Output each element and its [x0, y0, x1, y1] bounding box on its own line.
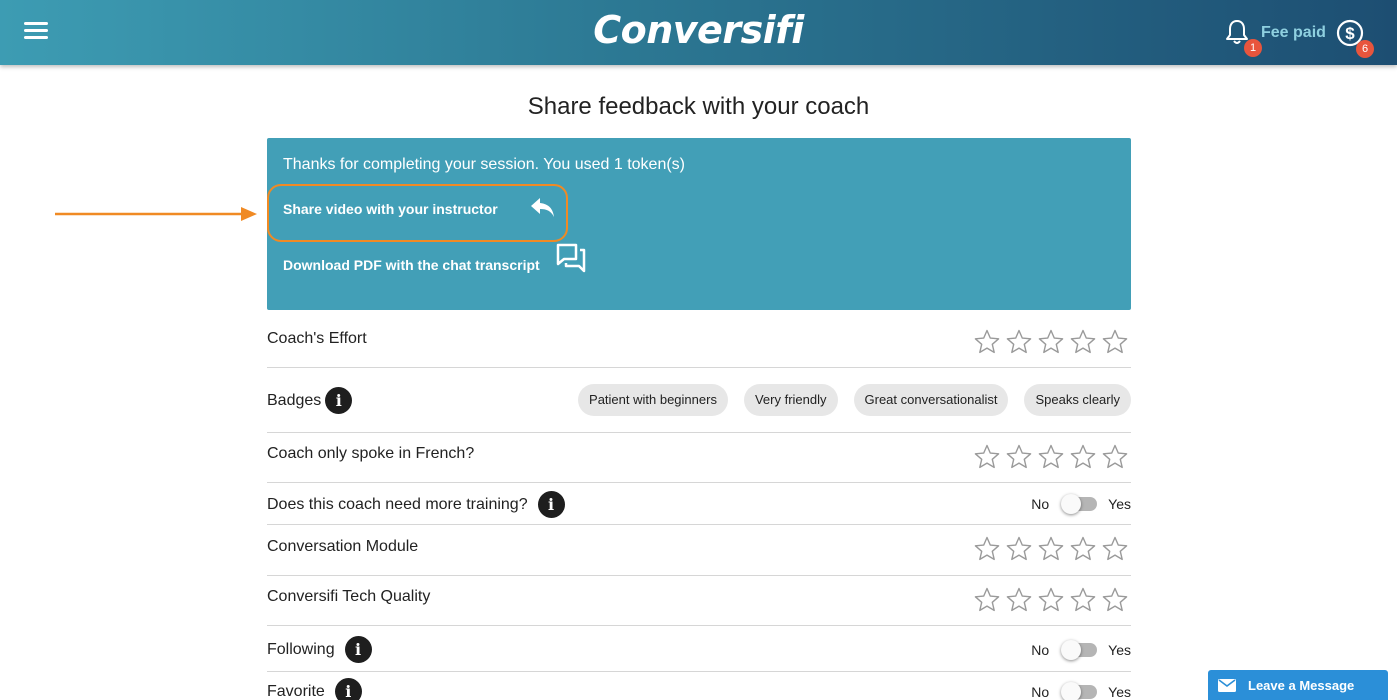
- session-complete-message: Thanks for completing your session. You …: [283, 156, 685, 173]
- toggle-yes-label: Yes: [1108, 496, 1131, 512]
- following-label-group: Following i: [267, 636, 372, 663]
- leave-message-label: Leave a Message: [1248, 677, 1355, 693]
- notifications-button[interactable]: 1: [1224, 18, 1262, 57]
- star-icon[interactable]: [1069, 586, 1097, 614]
- following-toggle-group: No Yes: [1031, 640, 1131, 660]
- leave-message-button[interactable]: Leave a Message: [1208, 670, 1388, 700]
- following-info-icon[interactable]: i: [344, 636, 372, 663]
- conversifi-logo[interactable]: Conversifi: [0, 8, 1397, 52]
- toggle-no-label: No: [1031, 496, 1050, 512]
- star-icon[interactable]: [1101, 328, 1129, 356]
- french-only-rating[interactable]: [969, 443, 1129, 471]
- top-navigation-bar: Conversifi 1 Fee paid $ 6: [0, 0, 1397, 65]
- more-training-label-group: Does this coach need more training? i: [267, 491, 565, 518]
- page-title: Share feedback with your coach: [527, 93, 870, 120]
- star-icon[interactable]: [973, 443, 1001, 471]
- badge-chips: Patient with beginners Very friendly Gre…: [562, 384, 1131, 416]
- favorite-toggle[interactable]: [1061, 682, 1098, 700]
- toggle-no-label: No: [1031, 642, 1050, 658]
- star-icon[interactable]: [973, 535, 1001, 563]
- badges-row: Badges i Patient with beginners Very fri…: [267, 368, 1131, 433]
- following-label: Following: [267, 640, 335, 658]
- star-icon[interactable]: [1005, 328, 1033, 356]
- coach-effort-label: Coach's Effort: [267, 330, 367, 347]
- star-icon[interactable]: [1037, 586, 1065, 614]
- more-training-toggle[interactable]: [1061, 494, 1098, 514]
- badge-chip[interactable]: Great conversationalist: [853, 384, 1009, 416]
- tech-quality-label: Conversifi Tech Quality: [267, 588, 431, 605]
- conversation-module-rating[interactable]: [969, 535, 1129, 563]
- more-training-toggle-group: No Yes: [1031, 494, 1131, 514]
- star-icon[interactable]: [1005, 443, 1033, 471]
- badges-label-group: Badges i: [267, 387, 353, 414]
- favorite-label: Favorite: [267, 682, 325, 700]
- star-icon[interactable]: [1101, 586, 1129, 614]
- conversation-module-row: Conversation Module: [267, 525, 1131, 576]
- annotation-arrow-icon: [55, 207, 257, 221]
- star-icon[interactable]: [1037, 443, 1065, 471]
- star-icon[interactable]: [1037, 535, 1065, 563]
- chat-bubbles-icon: [556, 243, 586, 273]
- french-only-row: Coach only spoke in French?: [267, 433, 1131, 483]
- toggle-yes-label: Yes: [1108, 642, 1131, 658]
- svg-text:$: $: [1345, 24, 1355, 43]
- coach-effort-row: Coach's Effort: [267, 318, 1131, 368]
- favorite-toggle-group: No Yes: [1031, 682, 1131, 700]
- tokens-button[interactable]: $ 6: [1334, 18, 1374, 58]
- star-icon[interactable]: [973, 328, 1001, 356]
- french-only-label: Coach only spoke in French?: [267, 445, 475, 462]
- badge-chip[interactable]: Speaks clearly: [1024, 384, 1131, 416]
- favorite-label-group: Favorite i: [267, 678, 362, 700]
- toggle-yes-label: Yes: [1108, 684, 1131, 700]
- tech-quality-rating[interactable]: [969, 586, 1129, 614]
- favorite-info-icon[interactable]: i: [334, 678, 362, 700]
- more-training-info-icon[interactable]: i: [537, 491, 565, 518]
- star-icon[interactable]: [1101, 443, 1129, 471]
- badge-chip[interactable]: Very friendly: [743, 384, 838, 416]
- download-transcript-label: Download PDF with the chat transcript: [283, 257, 540, 273]
- star-icon[interactable]: [1005, 535, 1033, 563]
- star-icon[interactable]: [1101, 535, 1129, 563]
- badge-chip[interactable]: Patient with beginners: [578, 384, 728, 416]
- following-toggle[interactable]: [1061, 640, 1098, 660]
- token-count-badge: 6: [1356, 40, 1374, 58]
- fee-paid-link[interactable]: Fee paid: [1261, 24, 1326, 42]
- notification-count-badge: 1: [1244, 39, 1262, 57]
- more-training-row: Does this coach need more training? i No…: [267, 483, 1131, 525]
- conversation-module-label: Conversation Module: [267, 538, 419, 555]
- more-training-label: Does this coach need more training?: [267, 495, 528, 513]
- share-video-highlight: [267, 184, 568, 242]
- badges-info-icon[interactable]: i: [325, 387, 353, 414]
- coach-effort-rating[interactable]: [969, 328, 1129, 356]
- mail-icon: [1218, 678, 1236, 692]
- star-icon[interactable]: [1005, 586, 1033, 614]
- star-icon[interactable]: [1069, 443, 1097, 471]
- star-icon[interactable]: [1069, 328, 1097, 356]
- star-icon[interactable]: [1037, 328, 1065, 356]
- following-row: Following i No Yes: [267, 626, 1131, 672]
- favorite-row: Favorite i No Yes: [267, 672, 1131, 700]
- download-transcript-button[interactable]: Download PDF with the chat transcript: [283, 243, 586, 273]
- star-icon[interactable]: [1069, 535, 1097, 563]
- star-icon[interactable]: [973, 586, 1001, 614]
- tech-quality-row: Conversifi Tech Quality: [267, 576, 1131, 626]
- toggle-no-label: No: [1031, 684, 1050, 700]
- badges-label: Badges: [267, 391, 322, 409]
